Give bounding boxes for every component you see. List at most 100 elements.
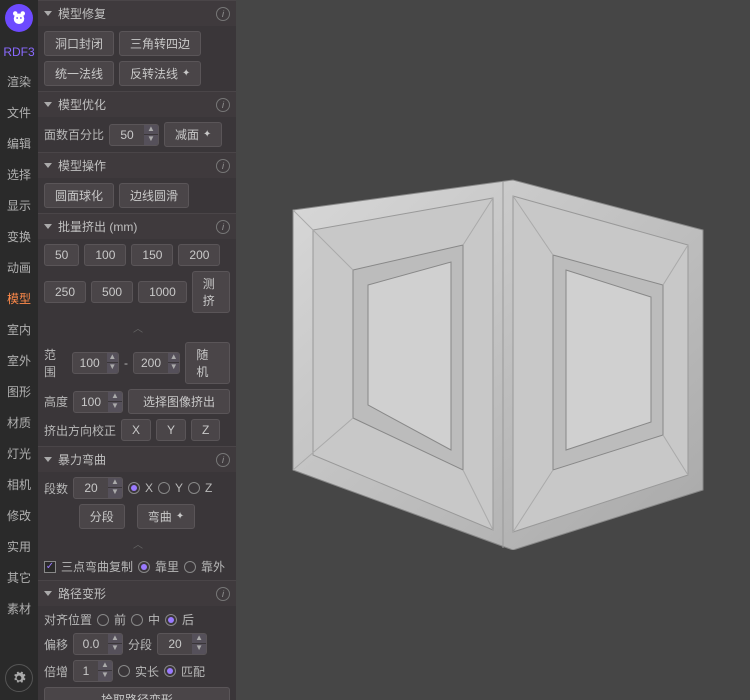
bend-axis-z-radio[interactable] <box>188 482 200 494</box>
section-repair: 模型修复i 洞口封闭 三角转四边 统一法线 反转法线✦ <box>38 0 236 91</box>
section-extrude: 批量挤出 (mm)i 50 100 150 200 250 500 1000 测… <box>38 213 236 446</box>
section-header-optimize[interactable]: 模型优化i <box>38 92 236 117</box>
sidebar-item-render[interactable]: 渲染 <box>1 66 37 97</box>
range-hi-input[interactable] <box>134 356 168 370</box>
align-mid-radio[interactable] <box>131 614 143 626</box>
split-button[interactable]: 分段 <box>79 504 125 529</box>
offset-spinner[interactable]: ▲▼ <box>73 633 123 655</box>
door-model <box>273 150 713 550</box>
help-icon[interactable]: i <box>216 220 230 234</box>
preset-200[interactable]: 200 <box>178 244 220 266</box>
caret-down-icon <box>44 457 52 462</box>
sidebar-item-modify[interactable]: 修改 <box>1 500 37 531</box>
arrow-up-icon: ✦ <box>203 129 211 140</box>
sidebar-item-file[interactable]: 文件 <box>1 97 37 128</box>
sidebar-item-model[interactable]: 模型 <box>1 283 37 314</box>
spinner-up[interactable]: ▲ <box>144 125 158 135</box>
sidebar-item-shape[interactable]: 图形 <box>1 376 37 407</box>
pick-path-deform-button[interactable]: 拾取路径变形 <box>44 687 230 700</box>
mult-spinner[interactable]: ▲▼ <box>73 660 113 682</box>
help-icon[interactable]: i <box>216 587 230 601</box>
flip-normals-button[interactable]: 反转法线✦ <box>119 61 201 86</box>
edge-smooth-button[interactable]: 边线圆滑 <box>119 183 189 208</box>
range-lo-input[interactable] <box>73 356 107 370</box>
bend-button[interactable]: 弯曲✦ <box>137 504 195 529</box>
sidebar-item-transform[interactable]: 变换 <box>1 221 37 252</box>
axis-z-button[interactable]: Z <box>191 419 220 441</box>
spherize-button[interactable]: 圆面球化 <box>44 183 114 208</box>
app-logo[interactable] <box>5 4 33 32</box>
hole-fill-button[interactable]: 洞口封闭 <box>44 31 114 56</box>
sidebar-item-rdf3[interactable]: RDF3 <box>1 38 37 66</box>
mult-input[interactable] <box>74 664 98 678</box>
bend-axis-x-radio[interactable] <box>128 482 140 494</box>
section-header-bend[interactable]: 暴力弯曲i <box>38 447 236 472</box>
sidebar-item-outdoor[interactable]: 室外 <box>1 345 37 376</box>
collapse-indicator[interactable]: ︿ <box>44 318 230 337</box>
section-bend: 暴力弯曲i 段数 ▲▼ X Y Z 分段 弯曲✦ ︿ 三点弯曲复制 靠里 靠外 <box>38 446 236 580</box>
sidebar-item-other[interactable]: 其它 <box>1 562 37 593</box>
unify-normals-button[interactable]: 统一法线 <box>44 61 114 86</box>
settings-button[interactable] <box>5 664 33 692</box>
seg-spinner[interactable]: ▲▼ <box>73 477 123 499</box>
sidebar-item-indoor[interactable]: 室内 <box>1 314 37 345</box>
face-percent-spinner[interactable]: ▲▼ <box>109 124 159 146</box>
preset-1000[interactable]: 1000 <box>138 281 187 303</box>
side-outside-radio[interactable] <box>184 561 196 573</box>
path-seg-spinner[interactable]: ▲▼ <box>157 633 207 655</box>
help-icon[interactable]: i <box>216 98 230 112</box>
section-header-path[interactable]: 路径变形i <box>38 581 236 606</box>
offset-input[interactable] <box>74 637 108 651</box>
sidebar-item-edit[interactable]: 编辑 <box>1 128 37 159</box>
gear-icon <box>12 671 26 685</box>
range-lo-spinner[interactable]: ▲▼ <box>72 352 119 374</box>
range-hi-spinner[interactable]: ▲▼ <box>133 352 180 374</box>
fit-radio[interactable] <box>164 665 176 677</box>
tool-panel: 模型修复i 洞口封闭 三角转四边 统一法线 反转法线✦ 模型优化i 面数百分比 … <box>38 0 236 700</box>
preset-250[interactable]: 250 <box>44 281 86 303</box>
help-icon[interactable]: i <box>216 453 230 467</box>
sidebar-item-camera[interactable]: 相机 <box>1 469 37 500</box>
sidebar-item-asset[interactable]: 素材 <box>1 593 37 624</box>
face-percent-input[interactable] <box>110 128 144 142</box>
help-icon[interactable]: i <box>216 7 230 21</box>
spinner-down[interactable]: ▼ <box>144 135 158 145</box>
caret-down-icon <box>44 591 52 596</box>
section-header-repair[interactable]: 模型修复i <box>38 1 236 26</box>
preset-50[interactable]: 50 <box>44 244 79 266</box>
axis-y-button[interactable]: Y <box>156 419 186 441</box>
collapse-indicator[interactable]: ︿ <box>44 534 230 553</box>
preset-150[interactable]: 150 <box>131 244 173 266</box>
height-spinner[interactable]: ▲▼ <box>73 391 123 413</box>
sidebar-item-material[interactable]: 材质 <box>1 407 37 438</box>
sidebar-item-select[interactable]: 选择 <box>1 159 37 190</box>
height-input[interactable] <box>74 395 108 409</box>
side-inside-radio[interactable] <box>138 561 150 573</box>
range-label: 范围 <box>44 346 67 380</box>
preset-100[interactable]: 100 <box>84 244 126 266</box>
axis-x-button[interactable]: X <box>121 419 151 441</box>
preset-500[interactable]: 500 <box>91 281 133 303</box>
sidebar-item-light[interactable]: 灯光 <box>1 438 37 469</box>
tri-to-quad-button[interactable]: 三角转四边 <box>119 31 201 56</box>
sidebar-item-anim[interactable]: 动画 <box>1 252 37 283</box>
select-image-extrude-button[interactable]: 选择图像挤出 <box>128 389 230 414</box>
align-back-radio[interactable] <box>165 614 177 626</box>
section-header-extrude[interactable]: 批量挤出 (mm)i <box>38 214 236 239</box>
help-icon[interactable]: i <box>216 159 230 173</box>
three-point-bend-checkbox[interactable] <box>44 561 56 573</box>
random-button[interactable]: 随机 <box>185 342 230 384</box>
seg-input[interactable] <box>74 481 108 495</box>
sidebar-item-utility[interactable]: 实用 <box>1 531 37 562</box>
chevron-up-icon: ︿ <box>133 536 141 551</box>
bend-axis-y-radio[interactable] <box>158 482 170 494</box>
test-extrude-button[interactable]: 测挤 <box>192 271 230 313</box>
real-length-radio[interactable] <box>118 665 130 677</box>
left-sidebar: RDF3 渲染 文件 编辑 选择 显示 变换 动画 模型 室内 室外 图形 材质… <box>0 0 38 700</box>
reduce-faces-button[interactable]: 减面✦ <box>164 122 222 147</box>
3d-viewport[interactable]: ↖ <box>236 0 750 700</box>
section-header-operate[interactable]: 模型操作i <box>38 153 236 178</box>
path-seg-input[interactable] <box>158 637 192 651</box>
align-front-radio[interactable] <box>97 614 109 626</box>
sidebar-item-display[interactable]: 显示 <box>1 190 37 221</box>
